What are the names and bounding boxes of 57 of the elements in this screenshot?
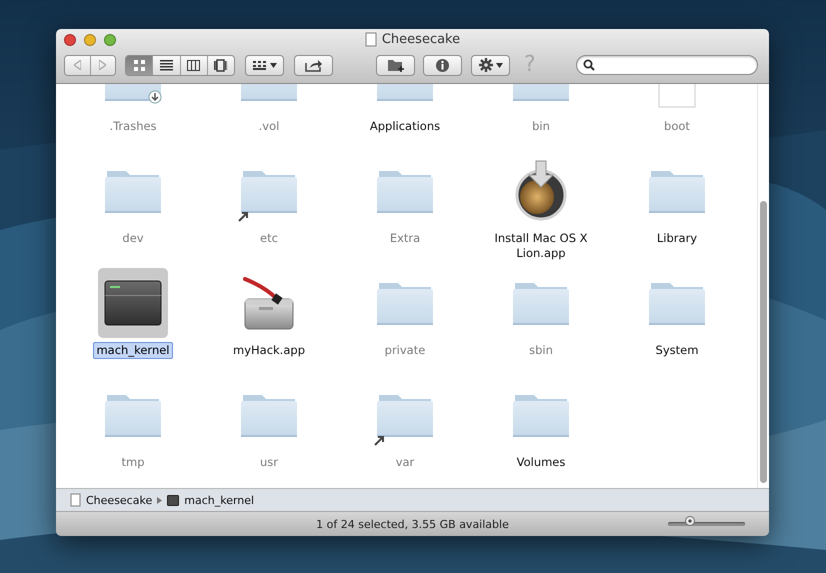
new-folder-button[interactable] <box>376 54 415 76</box>
file-name[interactable]: Library <box>654 230 700 247</box>
path-label: Cheesecake <box>86 494 152 506</box>
path-label: mach_kernel <box>184 494 254 506</box>
terminal-icon <box>167 494 180 506</box>
close-button[interactable] <box>64 34 76 46</box>
file-name[interactable]: System <box>652 342 702 359</box>
info-icon <box>435 58 450 72</box>
scrollbar[interactable] <box>757 84 769 488</box>
icon-view-button[interactable] <box>126 56 154 74</box>
file-name[interactable]: tmp <box>118 454 148 471</box>
coverflow-view-button[interactable] <box>208 56 234 74</box>
status-text: 1 of 24 selected, 3.55 GB available <box>315 518 510 530</box>
view-mode-control[interactable] <box>125 54 235 76</box>
file-name[interactable]: etc <box>257 230 281 247</box>
file-name[interactable]: .Trashes <box>106 118 160 135</box>
file-name[interactable]: dev <box>119 230 147 247</box>
file-name[interactable]: Extra <box>386 230 424 247</box>
icon-size-slider[interactable] <box>668 519 745 529</box>
file-name[interactable]: var <box>392 454 418 471</box>
grid-icon <box>132 58 146 72</box>
window-title: Cheesecake <box>382 32 460 47</box>
path-item[interactable]: Cheesecake <box>70 493 152 507</box>
list-view-button[interactable] <box>153 56 180 74</box>
new-folder-icon <box>386 58 404 72</box>
columns-view-button[interactable] <box>180 56 208 74</box>
info-button[interactable] <box>423 54 462 76</box>
file-name[interactable]: Install Mac OS X Lion.app <box>476 230 606 262</box>
arrange-button[interactable] <box>245 54 284 76</box>
search-field[interactable] <box>576 55 758 75</box>
file-name[interactable]: myHack.app <box>230 342 308 359</box>
file-name[interactable]: Applications <box>366 118 444 135</box>
right-triangle-icon <box>99 60 106 70</box>
list-icon <box>160 58 173 72</box>
cover-flow-icon <box>214 58 228 72</box>
file-name[interactable]: Volumes <box>514 454 568 471</box>
share-icon <box>304 58 322 72</box>
left-triangle-icon <box>74 60 81 70</box>
file-name[interactable]: usr <box>256 454 281 471</box>
gear-icon <box>478 58 492 72</box>
columns-icon <box>187 58 200 72</box>
file-name[interactable]: private <box>382 342 428 359</box>
search-icon <box>582 59 595 71</box>
caret-icon <box>270 62 276 68</box>
minimize-button[interactable] <box>84 34 96 46</box>
path-item[interactable]: mach_kernel <box>167 494 254 506</box>
file-name[interactable]: .vol <box>256 118 282 135</box>
file-name[interactable]: sbin <box>526 342 556 359</box>
action-button[interactable] <box>471 54 510 76</box>
chevron-icon <box>157 496 162 504</box>
file-name[interactable]: mach_kernel <box>93 342 173 359</box>
caret-icon <box>496 62 502 68</box>
file-name[interactable]: bin <box>529 118 553 135</box>
grid-icon <box>252 60 266 70</box>
zoom-button[interactable] <box>104 34 116 46</box>
share-button[interactable] <box>294 54 333 76</box>
file-name[interactable]: boot <box>661 118 693 135</box>
